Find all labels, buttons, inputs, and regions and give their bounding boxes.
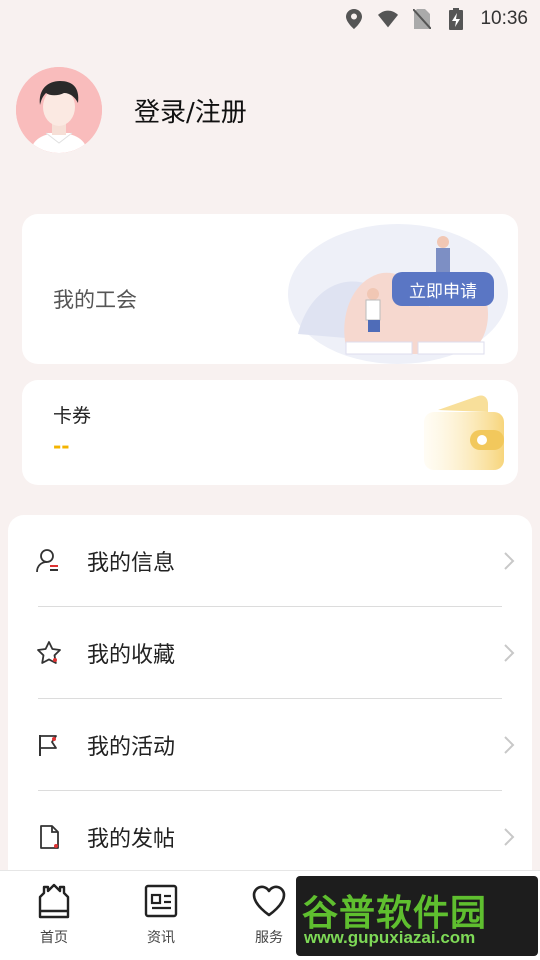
chevron-right-icon	[504, 736, 515, 754]
menu-item-my-info[interactable]: 我的信息	[8, 515, 532, 607]
wifi-icon	[378, 9, 399, 29]
menu-item-my-favorites[interactable]: 我的收藏	[8, 607, 532, 699]
location-icon	[344, 9, 364, 29]
clock: 10:36	[480, 8, 528, 29]
nav-label: 首页	[40, 930, 68, 946]
nav-news[interactable]: 资讯	[121, 883, 201, 953]
post-icon	[40, 825, 59, 849]
user-info-icon	[36, 549, 58, 573]
nav-home[interactable]: 首页	[14, 883, 94, 953]
menu-item-label: 我的信息	[87, 551, 176, 576]
menu-item-label: 我的活动	[87, 735, 176, 760]
apply-now-button[interactable]: 立即申请	[392, 272, 494, 306]
chevron-right-icon	[504, 552, 515, 570]
site-watermark: 谷普软件园 www.gupuxiazai.com	[296, 876, 538, 956]
star-icon	[37, 641, 61, 664]
profile-header[interactable]: 登录/注册	[16, 66, 247, 154]
flag-icon	[39, 735, 57, 756]
menu-item-label: 我的收藏	[87, 643, 176, 668]
user-avatar-icon[interactable]	[16, 67, 102, 153]
chevron-right-icon	[504, 828, 515, 846]
coupon-value: --	[53, 434, 70, 458]
menu-item-my-activities[interactable]: 我的活动	[8, 699, 532, 791]
union-title: 我的工会	[53, 288, 137, 312]
status-bar: 10:36	[0, 0, 540, 38]
watermark-url: www.gupuxiazai.com	[304, 928, 476, 947]
wallet-icon	[424, 395, 504, 470]
my-union-card[interactable]: 我的工会 立即申请	[22, 214, 518, 364]
coupon-title: 卡券	[53, 405, 92, 427]
chevron-right-icon	[504, 644, 515, 662]
home-icon	[38, 883, 70, 919]
heart-icon	[252, 885, 286, 917]
coupon-card[interactable]: 卡券 --	[22, 380, 518, 485]
login-register-link[interactable]: 登录/注册	[134, 92, 247, 129]
menu-item-label: 我的发帖	[87, 827, 176, 852]
nav-label: 资讯	[147, 930, 175, 946]
battery-charging-icon	[446, 8, 466, 30]
news-icon	[144, 884, 178, 918]
nav-label: 服务	[255, 930, 283, 946]
no-sim-icon	[412, 9, 432, 29]
menu-list: 我的信息 我的收藏 我的活动 我的发帖	[8, 515, 532, 895]
